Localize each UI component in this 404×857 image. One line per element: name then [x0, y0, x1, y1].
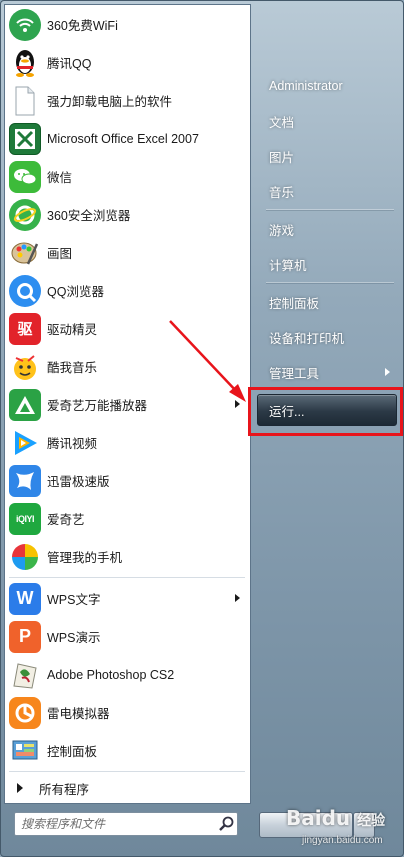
annotation-arrow [169, 320, 246, 402]
watermark-url: jingyan.baidu.com [302, 835, 383, 846]
watermark-brand: Bai [286, 806, 322, 830]
watermark-brand2: du [321, 806, 351, 830]
watermark-sub: 经验 [357, 813, 386, 829]
watermark-logo: Baidu 经验 [286, 806, 385, 830]
